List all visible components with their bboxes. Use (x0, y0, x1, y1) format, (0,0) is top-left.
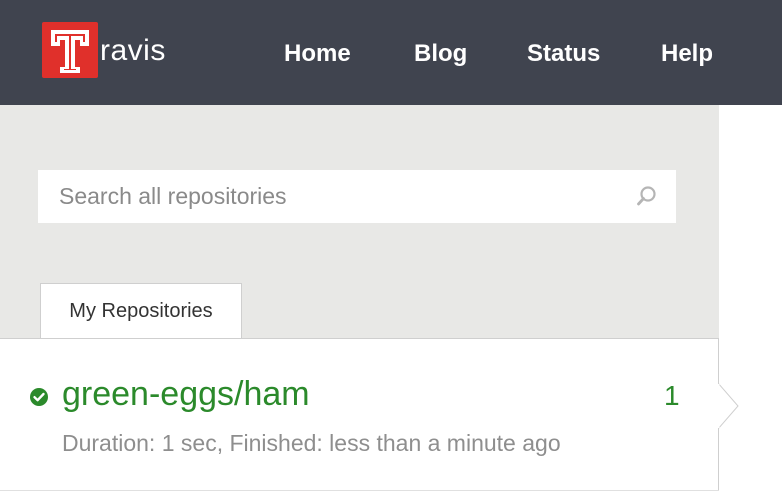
check-circle-icon (29, 387, 49, 412)
repository-name-link[interactable]: green-eggs/ham (62, 375, 310, 414)
logo-text: ravis (100, 34, 166, 67)
nav-home[interactable]: Home (284, 40, 351, 68)
search-icon[interactable] (636, 185, 658, 212)
nav-help[interactable]: Help (661, 40, 713, 68)
search-input[interactable] (59, 183, 619, 210)
travis-logo[interactable]: ravis (42, 22, 166, 78)
list-item[interactable] (0, 338, 719, 491)
nav-status[interactable]: Status (527, 40, 600, 68)
search-box[interactable] (38, 170, 676, 223)
tab-my-repositories[interactable]: My Repositories (40, 283, 242, 339)
build-number-link[interactable]: 1 (664, 380, 680, 412)
repository-build-info: Duration: 1 sec, Finished: less than a m… (62, 430, 561, 456)
active-item-pointer (718, 383, 739, 429)
top-navigation-bar: ravis Home Blog Status Help (0, 0, 782, 105)
nav-blog[interactable]: Blog (414, 40, 467, 68)
travis-logo-mark (42, 22, 98, 78)
